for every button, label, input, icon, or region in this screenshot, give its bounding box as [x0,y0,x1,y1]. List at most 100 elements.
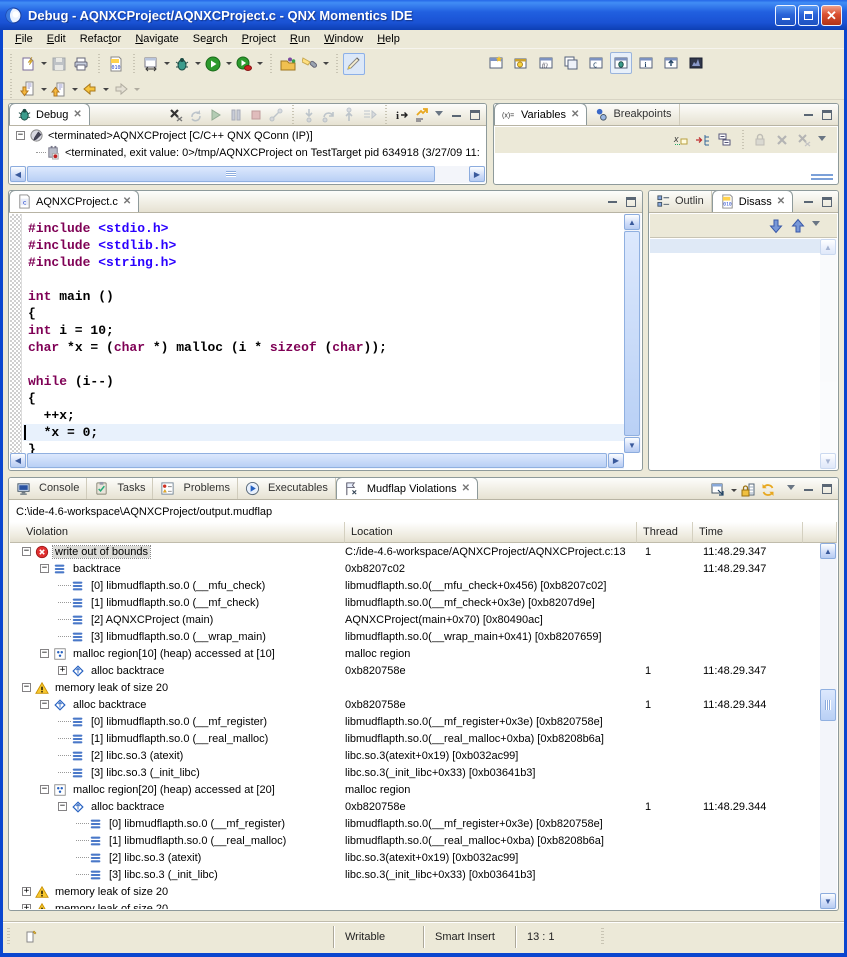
collapse-icon[interactable]: − [40,700,49,709]
code-line[interactable] [23,271,624,288]
minimize-view-icon[interactable] [605,195,620,208]
collapse-icon[interactable]: − [40,785,49,794]
new-wizard-dropdown-icon[interactable] [39,53,48,75]
code-line[interactable]: char *x = (char *) malloc (i * sizeof (c… [23,339,624,356]
show-type-names-icon[interactable]: x [670,129,692,151]
expand-icon[interactable]: + [22,887,31,896]
memory-view-shortcut-icon[interactable] [685,52,707,74]
step-return-icon[interactable] [339,105,359,125]
violation-row[interactable]: [0] libmudflapth.so.0 (__mf_register)lib… [10,815,820,832]
close-tab-icon[interactable]: ✕ [777,196,785,207]
minimize-view-icon[interactable] [449,109,464,122]
suspend-icon[interactable] [226,105,246,125]
use-step-filters-icon[interactable] [412,105,432,125]
step-into-icon[interactable] [299,105,319,125]
tab-tasks[interactable]: Tasks [87,477,153,499]
debug-icon[interactable] [171,53,193,75]
debug-view-shortcut-icon[interactable] [610,52,632,74]
violation-row[interactable]: [3] libmudflapth.so.0 (__wrap_main)libmu… [10,628,820,645]
collapse-all-icon[interactable] [714,129,736,151]
function-view-shortcut-icon[interactable]: f() [535,52,557,74]
maximize-view-icon[interactable] [819,195,834,208]
mark-occurrences-icon[interactable] [343,53,365,75]
menu-edit[interactable]: Edit [40,31,73,47]
code-line[interactable]: int main () [23,288,624,305]
console-view-shortcut-icon[interactable]: C [585,52,607,74]
violation-row[interactable]: [1] libmudflapth.so.0 (__mf_check)libmud… [10,594,820,611]
code-editor[interactable]: #include <stdio.h>#include <stdlib.h>#in… [23,214,624,453]
debug-dropdown-icon[interactable] [193,53,202,75]
search-dropdown-icon[interactable] [321,53,330,75]
collapse-icon[interactable]: − [16,131,25,140]
menu-file[interactable]: File [8,31,40,47]
maximize-view-icon[interactable] [819,483,834,496]
maximize-view-icon[interactable] [623,195,638,208]
back-icon[interactable] [79,78,101,100]
previous-annotation-dropdown-icon[interactable] [70,78,79,100]
minimize-button[interactable] [775,5,796,26]
remove-all-icon[interactable] [793,129,815,151]
violation-row[interactable]: +memory leak of size 20 [10,883,820,900]
close-tab-icon[interactable]: ✕ [462,483,470,494]
maximize-view-icon[interactable] [819,108,834,121]
violation-row[interactable]: [3] libc.so.3 (_init_libc)libc.so.3(_ini… [10,764,820,781]
violation-row[interactable]: [1] libmudflapth.so.0 (__real_malloc)lib… [10,832,820,849]
violation-row[interactable]: +memory leak of size 20 [10,900,820,909]
collapse-icon[interactable]: − [40,649,49,658]
menu-navigate[interactable]: Navigate [128,31,185,47]
menu-help[interactable]: Help [370,31,407,47]
disassembly-content[interactable] [650,239,837,469]
show-stack-info-icon[interactable]: i [392,105,412,125]
code-line[interactable] [23,356,624,373]
code-line[interactable]: { [23,305,624,322]
new-view-shortcut-icon[interactable] [485,52,507,74]
violation-row[interactable]: [3] libc.so.3 (_init_libc)libc.so.3(_ini… [10,866,820,883]
sun-view-shortcut-icon[interactable] [510,52,532,74]
debug-tree-item[interactable]: −<terminated>AQNXCProject [C/C++ QNX QCo… [10,127,485,144]
code-line[interactable]: while (i--) [23,373,624,390]
tab-editor-aqnxcproject[interactable]: c AQNXCProject.c✕ [9,190,139,212]
tab-breakpoints[interactable]: Breakpoints [587,103,679,125]
tab-problems[interactable]: Problems [153,477,237,499]
violation-row[interactable]: [2] libc.so.3 (atexit)libc.so.3(atexit+0… [10,849,820,866]
scroll-down-icon[interactable] [765,215,787,237]
tab-mudflap-violations[interactable]: Mudflap Violations✕ [336,477,478,499]
forward-icon[interactable] [110,78,132,100]
code-line-current[interactable]: *x = 0; [23,424,624,441]
title-bar[interactable]: Debug - AQNXCProject/AQNXCProject.c - QN… [0,0,847,30]
previous-annotation-icon[interactable] [48,78,70,100]
step-over-icon[interactable] [319,105,339,125]
violation-row[interactable]: −malloc region[20] (heap) accessed at [2… [10,781,820,798]
violation-row[interactable]: [0] libmudflapth.so.0 (__mfu_check)libmu… [10,577,820,594]
back-dropdown-icon[interactable] [101,78,110,100]
disconnect-icon[interactable] [266,105,286,125]
resume-icon[interactable] [206,105,226,125]
violation-row[interactable]: +alloc backtrace0xb820758e111:48.29.347 [10,662,820,679]
violation-row[interactable]: −backtrace0xb8207c0211:48.29.347 [10,560,820,577]
minimize-view-icon[interactable] [801,483,816,496]
save-icon[interactable] [48,53,70,75]
code-line[interactable]: { [23,390,624,407]
search-icon[interactable] [299,53,321,75]
launch-config-dropdown-icon[interactable] [162,53,171,75]
tab-outline[interactable]: Outlin [649,190,712,212]
column-location[interactable]: Location [345,522,637,543]
code-line[interactable]: #include <string.h> [23,254,624,271]
debug-tree-item[interactable]: <terminated, exit value: 0>/tmp/AQNXCPro… [10,144,485,161]
last-edit-location-icon[interactable] [17,78,39,100]
terminate-icon[interactable] [246,105,266,125]
add-global-variables-icon[interactable] [692,129,714,151]
menu-project[interactable]: Project [235,31,283,47]
violation-row[interactable]: −write out of boundsC:/ide-4.6-workspace… [10,543,820,560]
instruction-stepping-icon[interactable] [359,105,379,125]
profile-dropdown-icon[interactable] [255,53,264,75]
refresh-icon[interactable] [758,480,778,500]
editor-vertical-scrollbar[interactable] [624,214,641,453]
column-violation[interactable]: Violation [10,522,345,543]
tab-console[interactable]: Console [9,477,87,499]
violation-row[interactable]: [2] libc.so.3 (atexit)libc.so.3(atexit+0… [10,747,820,764]
info-view-shortcut-icon[interactable]: i [635,52,657,74]
column-thread[interactable]: Thread [637,522,693,543]
open-violation-file-icon[interactable] [709,480,729,500]
restart-icon[interactable] [186,105,206,125]
